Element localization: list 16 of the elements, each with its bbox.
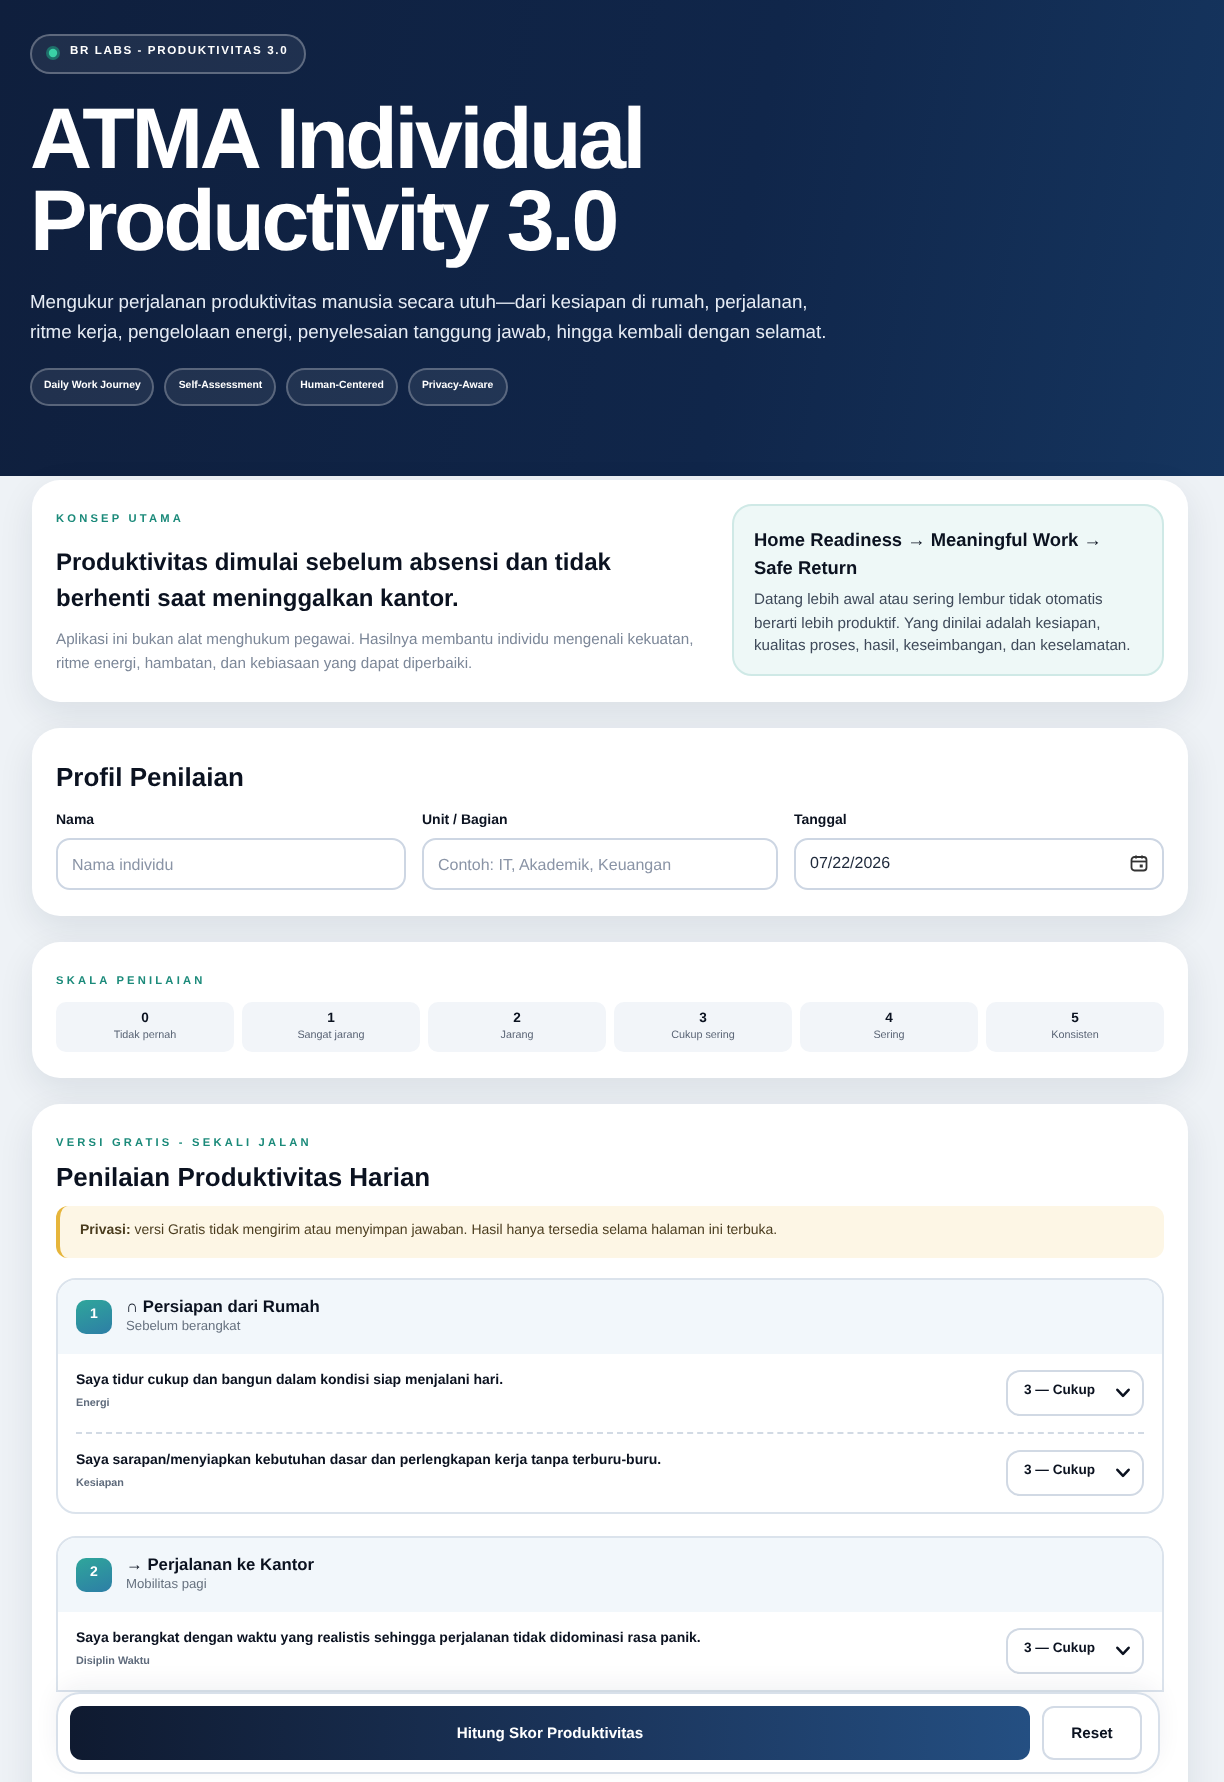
chevron-down-icon [1116, 1468, 1130, 1478]
text-field[interactable]: Contoh: IT, Akademik, Keuangan [422, 838, 778, 890]
group-title: ∩ Persiapan dari Rumah [126, 1296, 320, 1318]
chevron-down-icon [1116, 1388, 1130, 1398]
assessment-title: Penilaian Produktivitas Harian [56, 1162, 433, 1194]
highlight-title: Home Readiness → Meaningful Work → Safe Return [754, 528, 1104, 582]
date-field[interactable]: 07/22/2026 [794, 837, 1164, 889]
profile-title: Profil Penilaian [56, 761, 246, 793]
status-dot-icon [46, 46, 60, 60]
calendar-icon [1130, 854, 1148, 872]
chevron-down-icon [1116, 1646, 1130, 1656]
group-title: → Perjalanan ke Kantor [126, 1554, 315, 1576]
concept-heading: Produktivitas dimulai sebelum absensi dan tidak berhenti saat meninggalkan kantor. [56, 546, 613, 616]
text-field[interactable]: Nama individu [56, 838, 406, 890]
page-title: ATMA Individual Productivity 3.0 [30, 100, 646, 274]
hero-description: Mengukur perjalanan produktivitas manusia secara utuh—dari kesiapan di rumah, perjalanan, ritme kerja, pengelolaan energi, penyelesaian tanggung jawab, hingga kembali dengan selamat. [30, 288, 829, 346]
